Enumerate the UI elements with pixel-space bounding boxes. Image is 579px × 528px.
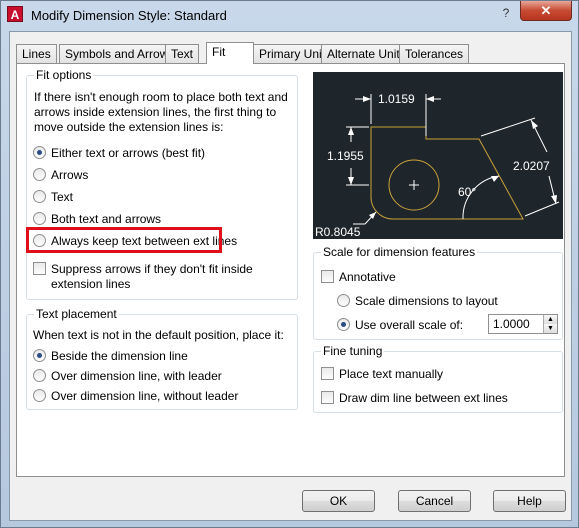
description-line: If there isn't enough room to place both… (34, 90, 288, 104)
radio-button[interactable] (337, 294, 350, 307)
overall-scale-value[interactable]: 1.0000 (493, 317, 530, 331)
arrowhead (491, 176, 499, 182)
description-line: arrows inside extension lines, the first… (34, 105, 277, 119)
dim-radius-label: R0.8045 (315, 225, 361, 239)
dialog-window: A Modify Dimension Style: Standard ? ✕ L… (0, 0, 579, 528)
checkbox-label: Draw dim line between ext lines (339, 391, 508, 405)
dimension-preview: 1.0159 1.1955 2.0207 60° R0.8045 (313, 72, 563, 239)
radio-label: Both text and arrows (51, 212, 162, 226)
checkbox[interactable] (33, 262, 46, 275)
radio-button-selected[interactable] (337, 318, 350, 331)
arrowhead (348, 127, 354, 135)
dim-top-label: 1.0159 (378, 92, 415, 106)
arrowhead (551, 195, 557, 204)
checkbox[interactable] (321, 270, 334, 283)
checkbox-label-line2: extension lines (51, 277, 131, 291)
radio-button[interactable] (33, 389, 46, 402)
radio-label: Either text or arrows (best fit) (51, 146, 206, 160)
description-line: move outside the extension lines is: (34, 120, 224, 134)
radio-button-selected[interactable] (33, 349, 46, 362)
radio-button[interactable] (33, 168, 46, 181)
checkbox-label: Suppress arrows if they don't fit inside (51, 262, 253, 276)
dim-left-label: 1.1955 (327, 149, 364, 163)
tab-text[interactable]: Text (165, 44, 200, 63)
spin-up-icon[interactable]: ▲ (544, 315, 557, 324)
dim-angle-label: 60° (458, 185, 476, 199)
fit-options-legend: Fit options (34, 68, 94, 82)
red-highlight-box (26, 227, 222, 253)
radio-button[interactable] (33, 369, 46, 382)
tab-tolerances[interactable]: Tolerances (399, 44, 470, 63)
arrowhead (363, 96, 371, 102)
fit-options-description: If there isn't enough room to place both… (34, 90, 288, 135)
radio-button[interactable] (33, 190, 46, 203)
dialog-client-area: Lines Symbols and Arrows Text Fit Primar… (9, 31, 572, 521)
radio-label: Text (51, 190, 74, 204)
radio-button[interactable] (33, 212, 46, 225)
window-title: Modify Dimension Style: Standard (31, 8, 227, 23)
help-button[interactable]: Help (493, 490, 566, 512)
text-placement-legend: Text placement (34, 307, 119, 321)
preview-drawing: 1.0159 1.1955 2.0207 60° R0.8045 (315, 92, 560, 239)
scale-legend: Scale for dimension features (321, 245, 478, 259)
cancel-button[interactable]: Cancel (398, 490, 471, 512)
autocad-app-icon: A (7, 6, 23, 22)
arrowhead (348, 177, 354, 185)
dim-right-label: 2.0207 (513, 159, 550, 173)
arrowhead (531, 120, 538, 129)
ok-button[interactable]: OK (302, 490, 375, 512)
checkbox-label: Annotative (339, 270, 396, 284)
title-bar[interactable]: A Modify Dimension Style: Standard ? ✕ (1, 1, 578, 29)
checkbox-label: Place text manually (339, 367, 444, 381)
spin-down-icon[interactable]: ▼ (544, 324, 557, 333)
tab-symbols-and-arrows[interactable]: Symbols and Arrows (59, 44, 181, 63)
help-title-button[interactable]: ? (497, 5, 515, 21)
radio-label: Over dimension line, without leader (51, 389, 239, 403)
checkbox[interactable] (321, 391, 334, 404)
radio-label: Beside the dimension line (51, 349, 188, 363)
close-button[interactable]: ✕ (520, 1, 572, 21)
tab-lines[interactable]: Lines (16, 44, 57, 63)
radio-label: Use overall scale of: (355, 318, 464, 332)
tab-fit[interactable]: Fit (206, 42, 254, 64)
radio-label: Arrows (51, 168, 89, 182)
radio-button-selected[interactable] (33, 146, 46, 159)
extension-line (524, 201, 560, 217)
fit-tab-page: Fit options If there isn't enough room t… (16, 63, 565, 477)
overall-scale-spinner[interactable]: 1.0000 ▲ ▼ (488, 314, 558, 334)
arrowhead (426, 96, 434, 102)
checkbox[interactable] (321, 367, 334, 380)
fine-tuning-legend: Fine tuning (321, 344, 385, 358)
spinner-buttons: ▲ ▼ (543, 315, 557, 333)
radio-label: Scale dimensions to layout (355, 294, 498, 308)
part-outline (370, 126, 524, 220)
text-placement-description: When text is not in the default position… (33, 328, 284, 342)
radio-label: Over dimension line, with leader (51, 369, 222, 383)
extension-line (480, 117, 536, 137)
